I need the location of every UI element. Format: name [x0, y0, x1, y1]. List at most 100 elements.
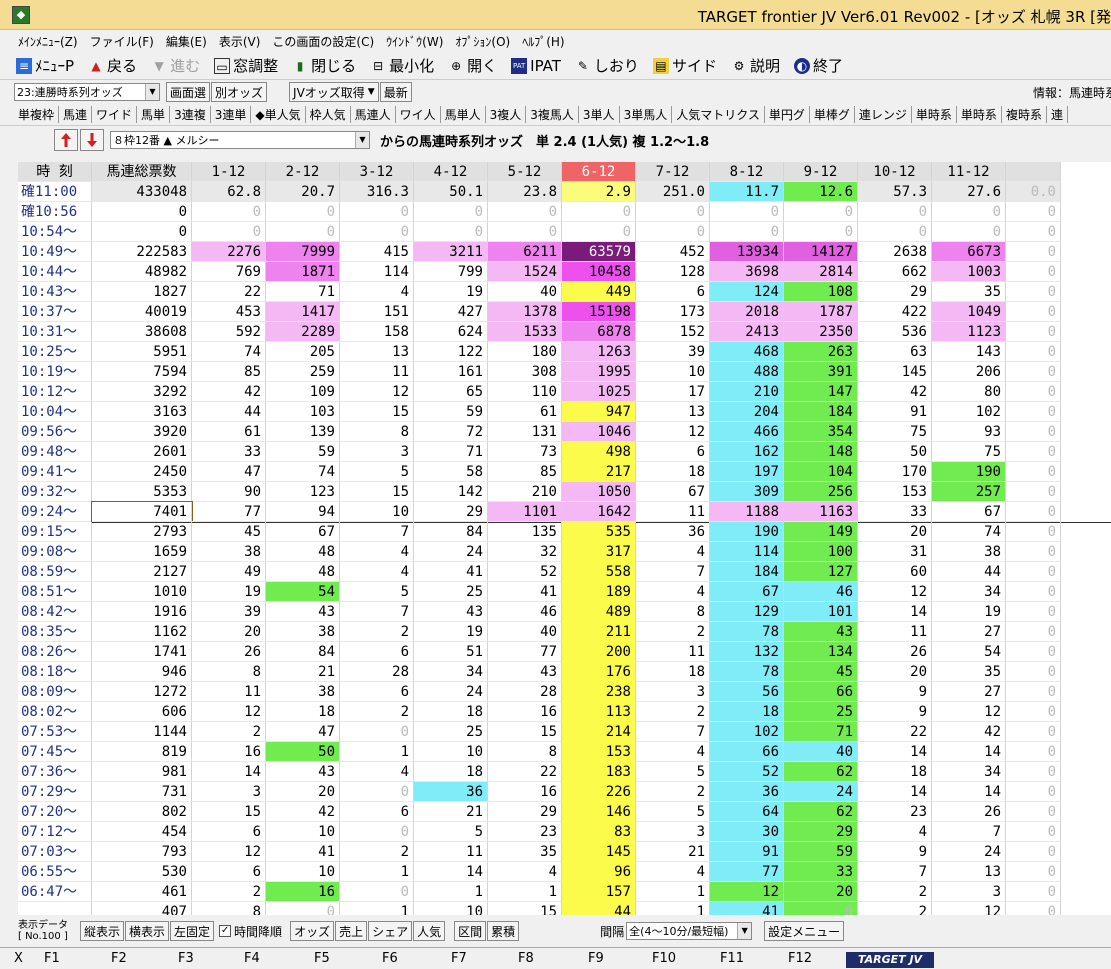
- popularity-button[interactable]: 人気: [413, 921, 446, 941]
- back-button[interactable]: ▲ 戻る: [88, 55, 137, 76]
- column-header[interactable]: 時 刻: [18, 162, 92, 182]
- function-key[interactable]: F7: [451, 951, 467, 966]
- tab[interactable]: 連レンジ: [855, 106, 912, 123]
- exit-button[interactable]: ◐ 終了: [793, 55, 843, 76]
- tab[interactable]: 馬単: [137, 106, 171, 123]
- interval-button[interactable]: 区間: [454, 921, 487, 941]
- column-header[interactable]: 馬連総票数: [92, 162, 192, 182]
- tab[interactable]: 3複人: [486, 106, 527, 123]
- tab[interactable]: 馬連: [59, 106, 93, 123]
- menu-item[interactable]: ファイル(F): [90, 33, 154, 50]
- refresh-button[interactable]: 最新: [379, 82, 412, 102]
- ipat-button[interactable]: PAT IPAT: [511, 57, 561, 75]
- tab[interactable]: 連: [1047, 106, 1068, 123]
- odds-cell: 33: [784, 862, 858, 882]
- tab[interactable]: 3連単: [211, 106, 252, 123]
- settings-menu-button[interactable]: 設定メニュー: [764, 921, 845, 941]
- cumulative-button[interactable]: 累積: [487, 921, 520, 941]
- tab[interactable]: 3単人: [579, 106, 620, 123]
- other-odds-button[interactable]: 別オッズ: [211, 82, 268, 102]
- tab[interactable]: 単棒グ: [810, 106, 855, 123]
- tab[interactable]: ワイド: [92, 106, 138, 123]
- odds-cell: 10: [266, 822, 340, 842]
- function-key[interactable]: F12: [788, 951, 812, 966]
- menu-p-button[interactable]: ≡ ﾒﾆｭｰP: [16, 55, 74, 76]
- tab[interactable]: ◆単人気: [251, 106, 306, 123]
- tab[interactable]: 3連複: [170, 106, 211, 123]
- tab[interactable]: 複時系: [1002, 106, 1047, 123]
- odds-cell: 0: [414, 222, 488, 242]
- odds-cell: 422: [858, 302, 932, 322]
- help-button[interactable]: ⚙ 説明: [731, 55, 780, 76]
- column-header[interactable]: 10-12: [858, 162, 932, 182]
- view-select[interactable]: 23:連勝時系列オッズ ▼: [14, 83, 160, 101]
- function-key[interactable]: F2: [111, 951, 127, 966]
- total-votes-cell: 1162: [92, 622, 192, 642]
- column-header[interactable]: 5-12: [488, 162, 562, 182]
- function-key[interactable]: X: [14, 951, 23, 966]
- menu-item[interactable]: 編集(E): [166, 33, 207, 50]
- screen-select-button[interactable]: 画面選: [166, 82, 211, 102]
- column-header[interactable]: 8-12: [710, 162, 784, 182]
- next-horse-button[interactable]: [80, 129, 104, 151]
- menu-item[interactable]: ﾍﾙﾌﾟ(H): [522, 33, 564, 50]
- function-key[interactable]: F1: [44, 951, 60, 966]
- horizontal-display-button[interactable]: 横表示: [125, 921, 170, 941]
- tab[interactable]: 単時系: [957, 106, 1002, 123]
- jv-fetch-button[interactable]: JVオッズ取得 ▼: [289, 82, 379, 102]
- function-key[interactable]: F3: [178, 951, 194, 966]
- function-key[interactable]: F4: [244, 951, 260, 966]
- horse-select[interactable]: ８枠12番 ▲ メルシー ▼: [110, 131, 370, 149]
- function-key[interactable]: F10: [652, 951, 676, 966]
- column-header[interactable]: 6-12: [562, 162, 636, 182]
- function-key[interactable]: F8: [518, 951, 534, 966]
- column-header[interactable]: [1006, 162, 1061, 182]
- column-header[interactable]: 11-12: [932, 162, 1006, 182]
- minimize-button[interactable]: ⊟ 最小化: [370, 55, 434, 76]
- function-key[interactable]: F5: [314, 951, 330, 966]
- odds-cell: 452: [636, 242, 710, 262]
- column-header[interactable]: 7-12: [636, 162, 710, 182]
- odds-button[interactable]: オッズ: [290, 921, 335, 941]
- tab[interactable]: 馬連人: [351, 106, 396, 123]
- tab[interactable]: 3複馬人: [526, 106, 579, 123]
- column-header[interactable]: 2-12: [266, 162, 340, 182]
- sales-button[interactable]: 売上: [335, 921, 368, 941]
- odds-cell: 2276: [192, 242, 266, 262]
- function-key[interactable]: F11: [720, 951, 744, 966]
- function-key[interactable]: F9: [588, 951, 604, 966]
- window-adjust-button[interactable]: ▭ 窓調整: [214, 55, 278, 76]
- time-desc-checkbox[interactable]: ✓ 時間降順: [219, 923, 282, 940]
- share-button[interactable]: シェア: [368, 921, 413, 941]
- menu-item[interactable]: この画面の設定(C): [272, 33, 374, 50]
- spacing-select[interactable]: 全(4〜10分/最短幅) ▼: [626, 922, 753, 940]
- tab[interactable]: 人気マトリクス: [672, 106, 765, 123]
- tab[interactable]: 単円グ: [765, 106, 810, 123]
- menu-item[interactable]: 表示(V): [219, 33, 261, 50]
- menu-item[interactable]: ﾒｲﾝﾒﾆｭｰ(Z): [18, 33, 78, 50]
- close-button[interactable]: ▮ 閉じる: [292, 55, 356, 76]
- odds-cell: 0: [784, 202, 858, 222]
- bookmark-button[interactable]: ✎ しおり: [575, 55, 639, 76]
- tab[interactable]: ワイ人: [396, 106, 441, 123]
- forward-button[interactable]: ▼ 進む: [151, 55, 200, 76]
- menu-item[interactable]: ｵﾌﾟｼｮﾝ(O): [455, 33, 510, 50]
- prev-horse-button[interactable]: [54, 129, 78, 151]
- tab[interactable]: 単時系: [912, 106, 957, 123]
- tab[interactable]: 枠人気: [306, 106, 351, 123]
- tab[interactable]: 単複枠: [14, 106, 60, 123]
- column-header[interactable]: 3-12: [340, 162, 414, 182]
- odds-cell: 0: [1006, 582, 1061, 602]
- column-header[interactable]: 9-12: [784, 162, 858, 182]
- tab[interactable]: 馬単人: [441, 106, 486, 123]
- function-key[interactable]: F6: [382, 951, 398, 966]
- column-header[interactable]: 4-12: [414, 162, 488, 182]
- left-fixed-button[interactable]: 左固定: [170, 921, 215, 941]
- column-header[interactable]: 1-12: [192, 162, 266, 182]
- vertical-display-button[interactable]: 縦表示: [80, 921, 125, 941]
- tab[interactable]: 3単馬人: [620, 106, 673, 123]
- menu-item[interactable]: ｳｲﾝﾄﾞｳ(W): [386, 33, 443, 50]
- side-button[interactable]: ▤ サイド: [652, 55, 717, 76]
- open-button[interactable]: ⊕ 開く: [448, 55, 497, 76]
- app-icon[interactable]: ◆: [12, 6, 30, 24]
